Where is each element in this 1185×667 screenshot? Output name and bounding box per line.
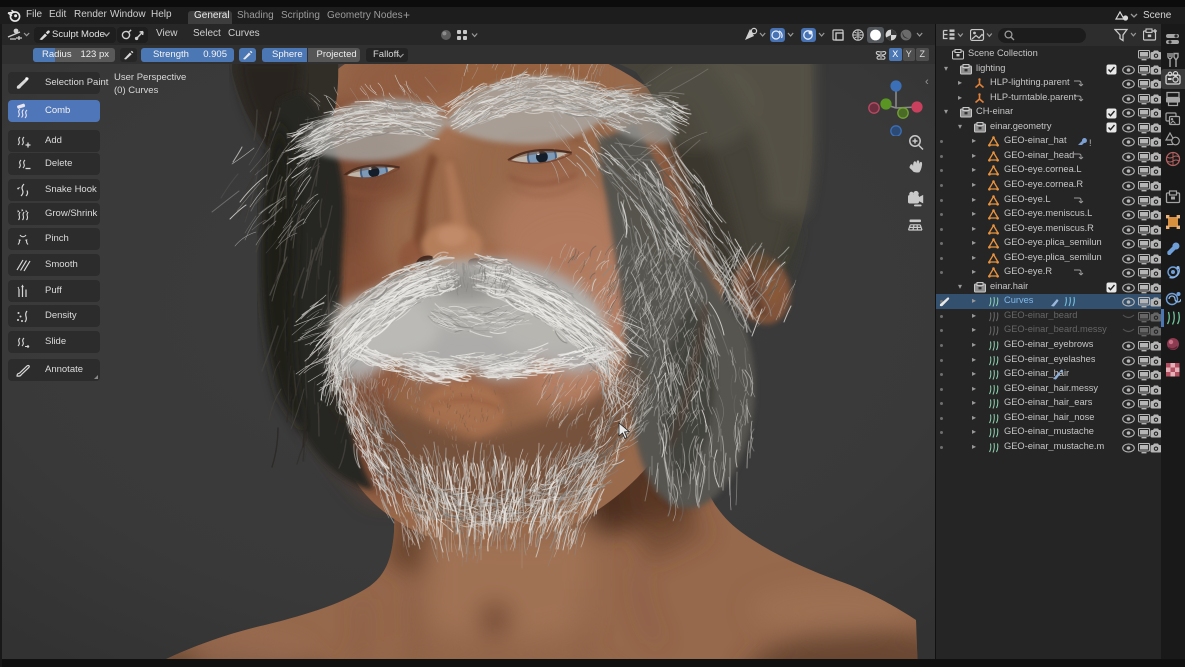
svg-text:!: ! xyxy=(1089,138,1092,147)
